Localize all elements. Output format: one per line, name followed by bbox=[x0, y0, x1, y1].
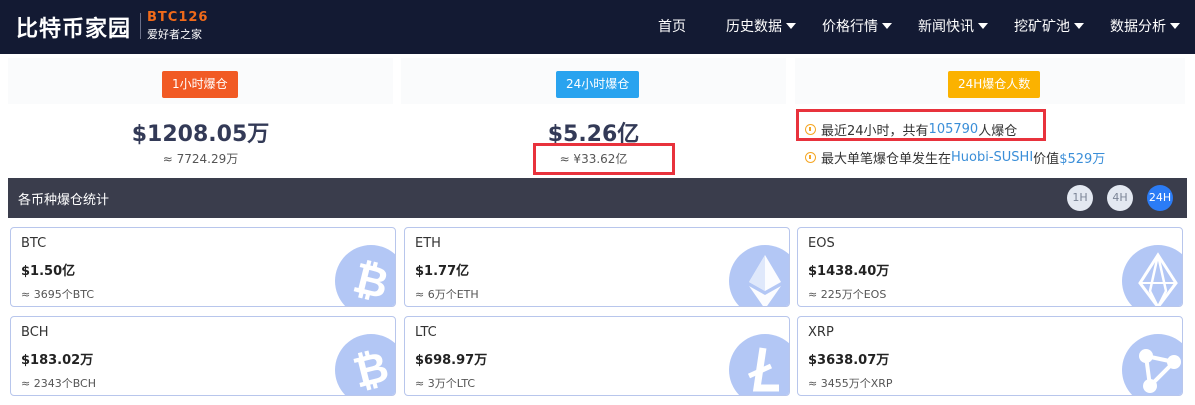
svg-text:₿: ₿ bbox=[348, 342, 393, 396]
bitcoin-icon: ₿ bbox=[335, 245, 395, 307]
period-4h-button[interactable]: 4H bbox=[1107, 185, 1133, 211]
coin-stats-header: 各币种爆仓统计 1H 4H 24H bbox=[8, 178, 1187, 218]
nav-item-analysis[interactable]: 数据分析 bbox=[1110, 16, 1180, 36]
stat-header: 1小时爆仓 bbox=[8, 58, 393, 104]
nav-label: 新闻快讯 bbox=[918, 19, 974, 35]
top-nav: 比特币家园 BTC126 爱好者之家 首页 历史数据 价格行情 新闻快讯 挖矿矿… bbox=[0, 0, 1195, 54]
nav-label: 挖矿矿池 bbox=[1014, 19, 1070, 35]
chevron-down-icon bbox=[1074, 23, 1084, 29]
info-icon bbox=[805, 152, 816, 163]
largest-exchange-link[interactable]: Huobi-SUSHI bbox=[951, 150, 1033, 165]
coin-amount: ≈ 3万个LTC bbox=[415, 377, 476, 390]
period-1h-button[interactable]: 1H bbox=[1067, 185, 1093, 211]
svg-text:₿: ₿ bbox=[349, 253, 394, 307]
bitcoin-cash-icon: ₿ bbox=[335, 334, 395, 396]
coin-name: LTC bbox=[415, 325, 437, 340]
badge-people: 24H爆仓人数 bbox=[948, 71, 1041, 98]
badge-24h: 24小时爆仓 bbox=[556, 71, 640, 98]
litecoin-icon bbox=[729, 334, 789, 395]
nav-item-mining[interactable]: 挖矿矿池 bbox=[1014, 16, 1084, 36]
chevron-down-icon bbox=[786, 23, 796, 29]
nav-item-history[interactable]: 历史数据 bbox=[726, 16, 796, 36]
stat-1h-liquidation: 1小时爆仓 $1208.05万 ≈ 7724.29万 bbox=[8, 58, 393, 178]
logo-divider bbox=[140, 13, 141, 39]
coin-card-bch[interactable]: BCH $183.02万 ≈ 2343个BCH ₿ bbox=[10, 316, 396, 396]
nav-label: 价格行情 bbox=[822, 19, 878, 35]
coin-name: XRP bbox=[808, 325, 834, 340]
ethereum-icon bbox=[729, 245, 789, 306]
largest-prefix: 最大单笔爆仓单发生在 bbox=[821, 152, 952, 167]
coin-name: EOS bbox=[808, 236, 835, 251]
nav-item-news[interactable]: 新闻快讯 bbox=[918, 16, 988, 36]
stat-1h-value: $1208.05万 bbox=[131, 122, 270, 147]
highlight-box bbox=[796, 109, 1046, 141]
coin-value: $1.50亿 bbox=[21, 264, 76, 279]
stat-header: 24小时爆仓 bbox=[401, 58, 786, 104]
coin-value: $698.97万 bbox=[415, 353, 488, 368]
coin-card-eos[interactable]: EOS $1438.40万 ≈ 225万个EOS bbox=[797, 227, 1183, 307]
stat-header: 24H爆仓人数 bbox=[795, 58, 1185, 104]
chevron-down-icon bbox=[1170, 23, 1180, 29]
nav-label: 数据分析 bbox=[1110, 19, 1166, 35]
logo-tagline: 爱好者之家 bbox=[147, 28, 202, 41]
highlight-box bbox=[533, 143, 675, 175]
coin-amount: ≈ 6万个ETH bbox=[415, 288, 479, 301]
largest-value-link[interactable]: $529万 bbox=[1059, 148, 1105, 167]
coin-amount: ≈ 3695个BTC bbox=[21, 288, 95, 301]
ripple-icon bbox=[1122, 334, 1182, 395]
coin-value: $1438.40万 bbox=[808, 264, 890, 279]
coin-amount: ≈ 2343个BCH bbox=[21, 377, 97, 390]
nav-item-home[interactable]: 首页 bbox=[658, 16, 686, 36]
coin-value: $1.77亿 bbox=[415, 264, 470, 279]
coin-amount: ≈ 225万个EOS bbox=[808, 288, 887, 301]
coin-card-xrp[interactable]: XRP $3638.07万 ≈ 3455万个XRP bbox=[797, 316, 1183, 396]
nav-item-prices[interactable]: 价格行情 bbox=[822, 16, 892, 36]
chevron-down-icon bbox=[882, 23, 892, 29]
stat-1h-approx: ≈ 7724.29万 bbox=[162, 152, 239, 166]
coin-card-btc[interactable]: BTC $1.50亿 ≈ 3695个BTC ₿ bbox=[10, 227, 396, 307]
coin-name: ETH bbox=[415, 236, 441, 251]
coin-name: BCH bbox=[21, 325, 49, 340]
section-title: 各币种爆仓统计 bbox=[18, 193, 110, 208]
coin-value: $3638.07万 bbox=[808, 353, 890, 368]
nav-label: 历史数据 bbox=[726, 19, 782, 35]
coin-card-eth[interactable]: ETH $1.77亿 ≈ 6万个ETH bbox=[404, 227, 790, 307]
coin-value: $183.02万 bbox=[21, 353, 94, 368]
badge-1h: 1小时爆仓 bbox=[162, 71, 238, 98]
period-24h-button[interactable]: 24H bbox=[1147, 185, 1173, 211]
coin-name: BTC bbox=[21, 236, 47, 251]
coin-card-ltc[interactable]: LTC $698.97万 ≈ 3万个LTC bbox=[404, 316, 790, 396]
site-logo[interactable]: 比特币家园 bbox=[16, 11, 131, 43]
eos-icon bbox=[1122, 245, 1182, 306]
chevron-down-icon bbox=[978, 23, 988, 29]
logo-brand: BTC126 bbox=[147, 10, 209, 25]
coin-amount: ≈ 3455万个XRP bbox=[808, 377, 893, 390]
largest-order-line: 最大单笔爆仓单发生在 Huobi-SUSHI 价值 $529万 bbox=[805, 148, 1105, 167]
nav-label: 首页 bbox=[658, 19, 686, 35]
largest-mid: 价值 bbox=[1033, 152, 1060, 167]
